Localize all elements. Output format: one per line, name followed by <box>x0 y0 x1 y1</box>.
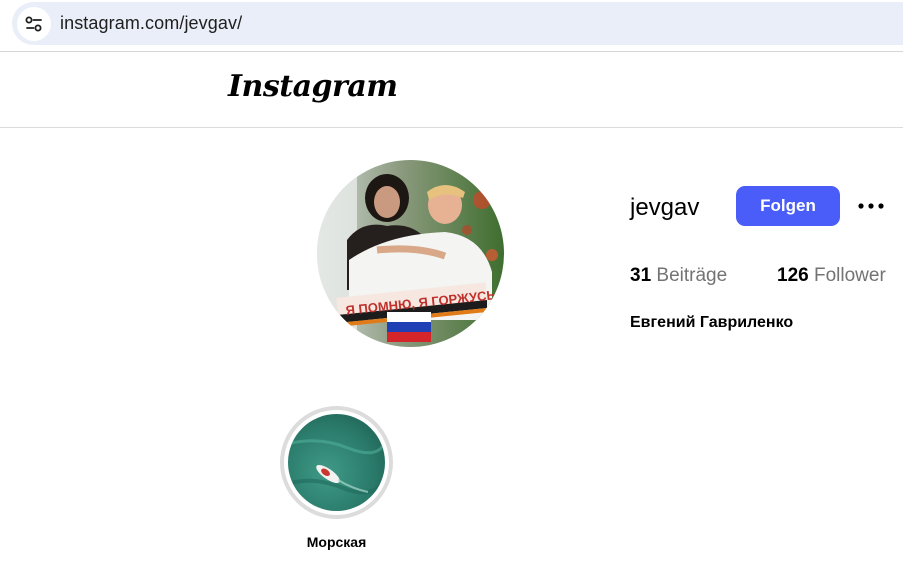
instagram-logo[interactable]: Instagram <box>228 69 398 104</box>
follow-button[interactable]: Folgen <box>736 186 840 226</box>
posts-count: 31 <box>630 265 652 286</box>
avatar-photo: Я ПОМНЮ, Я ГОРЖУСЬ! <box>317 160 504 347</box>
address-bar[interactable]: instagram.com/jevgav/ <box>12 2 903 45</box>
profile-username: jevgav <box>630 194 700 221</box>
more-horizontal-icon <box>858 203 884 209</box>
site-info-button[interactable] <box>17 6 51 41</box>
posts-label: Beiträge <box>656 265 728 286</box>
profile-full-name: Евгений Гавриленко <box>630 314 794 331</box>
url-text[interactable]: instagram.com/jevgav/ <box>60 13 242 34</box>
highlight-item[interactable] <box>280 406 393 519</box>
followers-stat[interactable]: 126 Follower <box>777 265 886 287</box>
more-options-button[interactable] <box>854 193 888 219</box>
highlight-cover <box>288 414 385 511</box>
highlight-ring-gap <box>284 410 389 515</box>
instagram-header: Instagram <box>0 52 903 128</box>
profile-stats: 31 Beiträge 126 Follower <box>630 265 903 289</box>
tune-icon <box>25 16 42 31</box>
highlight-cover-photo <box>288 414 385 511</box>
highlight-label: Морская <box>306 534 367 550</box>
followers-count: 126 <box>777 265 809 286</box>
profile-avatar[interactable]: Я ПОМНЮ, Я ГОРЖУСЬ! <box>317 160 504 347</box>
followers-label: Follower <box>813 265 886 286</box>
posts-stat: 31 Beiträge <box>630 265 727 287</box>
